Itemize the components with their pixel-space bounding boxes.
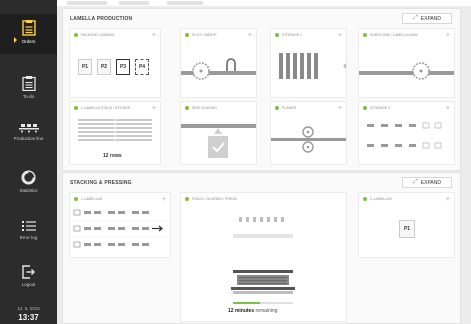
expand-icon: ⤢ xyxy=(412,179,418,185)
storage-diagram xyxy=(279,53,346,79)
card-title: C-LAMELLAS xyxy=(370,197,392,201)
add-icon[interactable]: + xyxy=(338,105,342,112)
statistics-icon xyxy=(21,170,36,185)
sidebar-item-production-line[interactable]: Production line xyxy=(0,123,57,153)
expand-icon: ⤢ xyxy=(412,15,418,21)
card-title: STORAGE 2 xyxy=(370,106,390,110)
sidebar-item-label: To-do xyxy=(22,94,35,99)
sidebar-item-label: Production line xyxy=(13,136,44,141)
status-dot xyxy=(185,33,189,37)
add-icon[interactable]: + xyxy=(338,32,342,39)
error-log-icon xyxy=(21,221,36,231)
card-side-glueing[interactable]: SIDE GLUEING xyxy=(181,102,256,164)
card-title: PLANER xyxy=(282,106,297,110)
expand-label: EXPAND xyxy=(420,15,441,22)
add-icon[interactable]: + xyxy=(446,196,450,203)
add-icon[interactable]: + xyxy=(162,196,166,203)
sidebar-item-error-log[interactable]: Error log xyxy=(0,220,57,246)
planer-diagram xyxy=(271,126,346,153)
card-l-lamella-stack[interactable]: L-LAMELLA STACK / STICKER + 12 rows xyxy=(70,102,160,164)
status-dot xyxy=(275,33,279,37)
status-dot xyxy=(74,197,78,201)
card-title: EUROCONK / LAMELLA SAW xyxy=(370,33,418,37)
card-title: L-LAMELLAS xyxy=(81,197,103,201)
saw-diagram xyxy=(359,62,454,80)
expand-button[interactable]: ⤢ EXPAND xyxy=(402,177,452,188)
status-dot xyxy=(275,106,279,110)
time-display: 13:37 xyxy=(18,313,39,322)
rows-count: 12 rows xyxy=(103,153,122,159)
sidebar-item-todo[interactable]: To-do xyxy=(0,76,57,108)
card-scut-waste[interactable]: SCUT / WASTE + xyxy=(181,29,256,97)
card-title: STORAGE 1 xyxy=(282,33,302,37)
pallet[interactable]: P1 xyxy=(399,220,415,238)
section-title: STACKING & PRESSING xyxy=(70,180,132,186)
sidebar-item-label: Orders xyxy=(21,39,36,44)
main-content: LAMELLA PRODUCTION ⤢ EXPAND PACKAGE LOAD… xyxy=(57,0,471,324)
sidebar-item-label: Logout xyxy=(21,282,36,287)
sidebar-item-orders[interactable]: Orders xyxy=(0,14,57,54)
expand-button[interactable]: ⤢ EXPAND xyxy=(402,13,452,24)
add-icon[interactable]: + xyxy=(446,105,450,112)
card-title: L-LAMELLA STACK / STICKER xyxy=(81,106,131,110)
status-dot xyxy=(74,106,78,110)
orders-icon xyxy=(21,20,36,36)
saw-diagram xyxy=(181,58,256,80)
remaining-time: 12 minutes remaining xyxy=(228,308,278,314)
status-dot xyxy=(363,106,367,110)
card-planer[interactable]: PLANER + xyxy=(271,102,346,164)
card-storage-1[interactable]: STORAGE 1 + xyxy=(271,29,346,97)
sidebar-item-label: Error log xyxy=(19,235,38,240)
lamellas-diagram xyxy=(70,209,170,248)
add-icon[interactable]: + xyxy=(152,105,156,112)
pallet[interactable]: P1 xyxy=(78,59,92,75)
status-dot xyxy=(185,197,189,201)
logout-icon xyxy=(22,265,35,279)
section-title: LAMELLA PRODUCTION xyxy=(70,16,133,22)
status-dot xyxy=(363,197,367,201)
card-title: SIDE GLUEING xyxy=(192,106,217,110)
card-title: PACKAGE LOADING xyxy=(81,33,115,37)
storage-diagram xyxy=(367,122,442,149)
progress-track xyxy=(233,302,293,304)
add-icon[interactable]: + xyxy=(152,32,156,39)
status-dot xyxy=(185,106,189,110)
progress-fill xyxy=(233,302,260,304)
expand-label: EXPAND xyxy=(420,179,441,186)
sidebar: Orders To-do Production line Statistics … xyxy=(0,0,57,324)
card-storage-2[interactable]: STORAGE 2 + xyxy=(359,102,454,164)
glueing-diagram xyxy=(181,124,256,158)
date-display: 12. 5. 2015 xyxy=(17,306,40,311)
status-dot xyxy=(363,33,367,37)
sidebar-item-logout[interactable]: Logout xyxy=(0,265,57,291)
press-diagram xyxy=(231,217,295,294)
todo-icon xyxy=(21,76,36,92)
card-package-loading[interactable]: PACKAGE LOADING + P1 P2 P3 P4 xyxy=(70,29,160,97)
card-title: STACK / GLUEING / PRESS xyxy=(192,197,237,201)
stacking-pressing-panel: STACKING & PRESSING ⤢ EXPAND L-LAMELLAS + xyxy=(62,172,461,324)
add-icon[interactable]: + xyxy=(248,32,252,39)
pallet-selected[interactable]: P3 xyxy=(116,59,130,75)
pallet[interactable]: P4 xyxy=(135,59,149,75)
card-stack-glueing-press[interactable]: STACK / GLUEING / PRESS 12 minutes remai… xyxy=(181,193,346,321)
card-l-lamellas[interactable]: L-LAMELLAS + xyxy=(70,193,170,257)
sidebar-item-label: Statistics xyxy=(19,188,38,193)
production-line-icon xyxy=(18,124,39,133)
status-dot xyxy=(74,33,78,37)
top-strip xyxy=(57,0,471,6)
card-euroconk-saw[interactable]: EUROCONK / LAMELLA SAW + xyxy=(359,29,454,97)
pallet[interactable]: P2 xyxy=(97,59,111,75)
sidebar-item-statistics[interactable]: Statistics xyxy=(0,170,57,200)
stack-diagram xyxy=(78,119,152,141)
add-icon[interactable]: + xyxy=(446,32,450,39)
lamella-production-panel: LAMELLA PRODUCTION ⤢ EXPAND PACKAGE LOAD… xyxy=(62,8,461,171)
active-indicator xyxy=(14,37,17,43)
card-c-lamellas[interactable]: C-LAMELLAS + P1 xyxy=(359,193,454,257)
card-title: SCUT / WASTE xyxy=(192,33,217,37)
